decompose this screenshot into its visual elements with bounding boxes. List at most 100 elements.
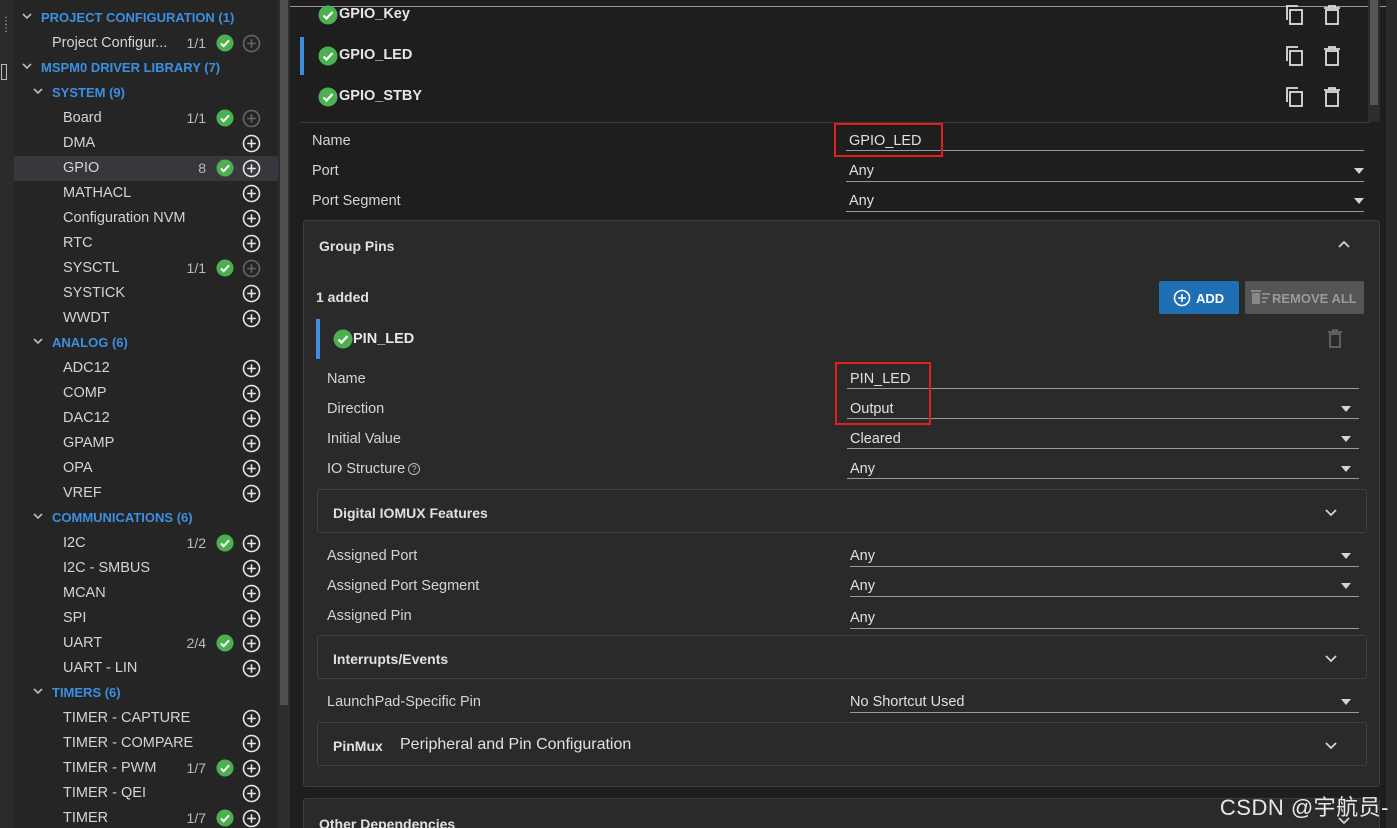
sidebar-category[interactable]: TIMERS (6) [14,681,278,706]
add-circle-icon[interactable] [242,584,261,603]
add-circle-icon[interactable] [242,134,261,153]
panel-icon[interactable] [1,64,7,80]
sidebar-category[interactable]: PROJECT CONFIGURATION (1) [14,6,278,31]
sidebar-item[interactable]: COMP [14,381,278,406]
sidebar-item[interactable]: OPA [14,456,278,481]
sidebar-scrollbar[interactable] [278,0,290,828]
assigned-segment-select[interactable]: Any [850,578,875,594]
copy-icon[interactable] [1284,45,1306,67]
add-circle-icon[interactable] [242,659,261,678]
sidebar-item[interactable]: Configuration NVM [14,206,278,231]
sidebar-category[interactable]: SYSTEM (9) [14,81,278,106]
add-circle-icon[interactable] [242,784,261,803]
delete-icon[interactable] [1322,86,1342,108]
delete-icon[interactable] [1327,329,1343,349]
sidebar-item[interactable]: SYSTICK [14,281,278,306]
instance-list-scrollbar[interactable] [1368,0,1380,122]
sidebar-item[interactable]: TIMER - QEI [14,781,278,806]
sidebar-item[interactable]: RTC [14,231,278,256]
sidebar-item[interactable]: DAC12 [14,406,278,431]
initial-value-select[interactable]: Cleared [850,431,901,447]
chevron-down-icon[interactable] [21,60,33,72]
sidebar-category[interactable]: ANALOG (6) [14,331,278,356]
chevron-down-icon[interactable] [32,685,44,697]
add-circle-icon[interactable] [242,384,261,403]
sidebar-item[interactable]: TIMER - CAPTURE [14,706,278,731]
chevron-up-icon[interactable] [1337,238,1351,252]
instance-scroll-thumb[interactable] [1370,0,1378,105]
copy-icon[interactable] [1284,4,1306,26]
dropdown-arrow-icon[interactable] [1341,583,1351,589]
launchpad-pin-select[interactable]: No Shortcut Used [850,694,964,710]
add-circle-icon[interactable] [242,734,261,753]
gpio-instance-row[interactable]: GPIO_Key [300,0,1360,34]
copy-icon[interactable] [1284,86,1306,108]
add-circle-icon[interactable] [242,209,261,228]
add-circle-icon[interactable] [242,184,261,203]
chevron-down-icon[interactable] [1324,505,1338,519]
add-circle-icon[interactable] [242,534,261,553]
chevron-down-icon[interactable] [21,10,33,22]
gpio-instance-row[interactable]: GPIO_LED [300,37,1360,75]
sidebar-item[interactable]: TIMER - COMPARE [14,731,278,756]
sidebar-item[interactable]: ADC12 [14,356,278,381]
sidebar-item[interactable]: GPIO 8 [14,156,278,181]
add-circle-icon[interactable] [242,234,261,253]
add-circle-icon[interactable] [242,309,261,328]
add-circle-icon[interactable] [242,409,261,428]
add-circle-icon[interactable] [242,459,261,478]
sidebar-item[interactable]: MATHACL [14,181,278,206]
add-circle-icon[interactable] [242,609,261,628]
add-circle-icon[interactable] [242,434,261,453]
add-circle-icon[interactable] [242,159,261,178]
dropdown-arrow-icon[interactable] [1341,436,1351,442]
chevron-down-icon[interactable] [1324,651,1338,665]
sidebar-item[interactable]: SYSCTL 1/1 [14,256,278,281]
sidebar-category[interactable]: COMMUNICATIONS (6) [14,506,278,531]
sidebar-item[interactable]: SPI [14,606,278,631]
sidebar-item[interactable]: TIMER - PWM 1/7 [14,756,278,781]
sidebar-item[interactable]: WWDT [14,306,278,331]
add-circle-icon[interactable] [242,759,261,778]
dropdown-arrow-icon[interactable] [1354,198,1364,204]
add-circle-icon[interactable] [242,284,261,303]
interrupts-events-section[interactable]: Interrupts/Events [317,635,1367,679]
assigned-pin-input[interactable]: Any [850,610,875,626]
help-icon[interactable]: ? [408,463,421,476]
sidebar-item[interactable]: MCAN [14,581,278,606]
sidebar-item[interactable]: GPAMP [14,431,278,456]
sidebar-category[interactable]: MSPM0 DRIVER LIBRARY (7) [14,56,278,81]
sidebar-scroll-thumb[interactable] [280,0,288,705]
add-circle-icon[interactable] [242,559,261,578]
gpio-instance-row[interactable]: GPIO_STBY [300,78,1360,116]
sidebar-item[interactable]: VREF [14,481,278,506]
digital-iomux-section[interactable]: Digital IOMUX Features [317,489,1367,533]
chevron-down-icon[interactable] [1324,738,1338,752]
delete-icon[interactable] [1322,45,1342,67]
apps-icon[interactable]: ⋮ ⋮ [1,17,11,34]
remove-all-button[interactable]: REMOVE ALL [1245,281,1364,314]
add-circle-icon[interactable] [242,809,261,828]
sidebar-item[interactable]: TIMER 1/7 [14,806,278,828]
delete-icon[interactable] [1322,4,1342,26]
assigned-port-select[interactable]: Any [850,548,875,564]
sidebar-item[interactable]: Board 1/1 [14,106,278,131]
add-circle-icon[interactable] [242,634,261,653]
sidebar-item[interactable]: Project Configur... 1/1 [14,31,278,56]
port-select[interactable]: Any [849,163,874,179]
group-pins-title[interactable]: Group Pins [319,238,394,254]
sidebar-item[interactable]: DMA [14,131,278,156]
add-circle-icon[interactable] [242,359,261,378]
add-pin-button[interactable]: ADD [1159,281,1239,314]
other-dependencies-panel[interactable]: Other Dependencies [303,798,1380,828]
pinmux-section[interactable]: PinMux Peripheral and Pin Configuration [317,722,1367,766]
chevron-down-icon[interactable] [32,85,44,97]
dropdown-arrow-icon[interactable] [1341,466,1351,472]
pin-instance-row[interactable]: PIN_LED [316,319,1366,359]
dropdown-arrow-icon[interactable] [1341,553,1351,559]
sidebar-item[interactable]: I2C - SMBUS [14,556,278,581]
port-segment-select[interactable]: Any [849,193,874,209]
sidebar-item[interactable]: UART - LIN [14,656,278,681]
chevron-down-icon[interactable] [32,335,44,347]
add-circle-icon[interactable] [242,484,261,503]
